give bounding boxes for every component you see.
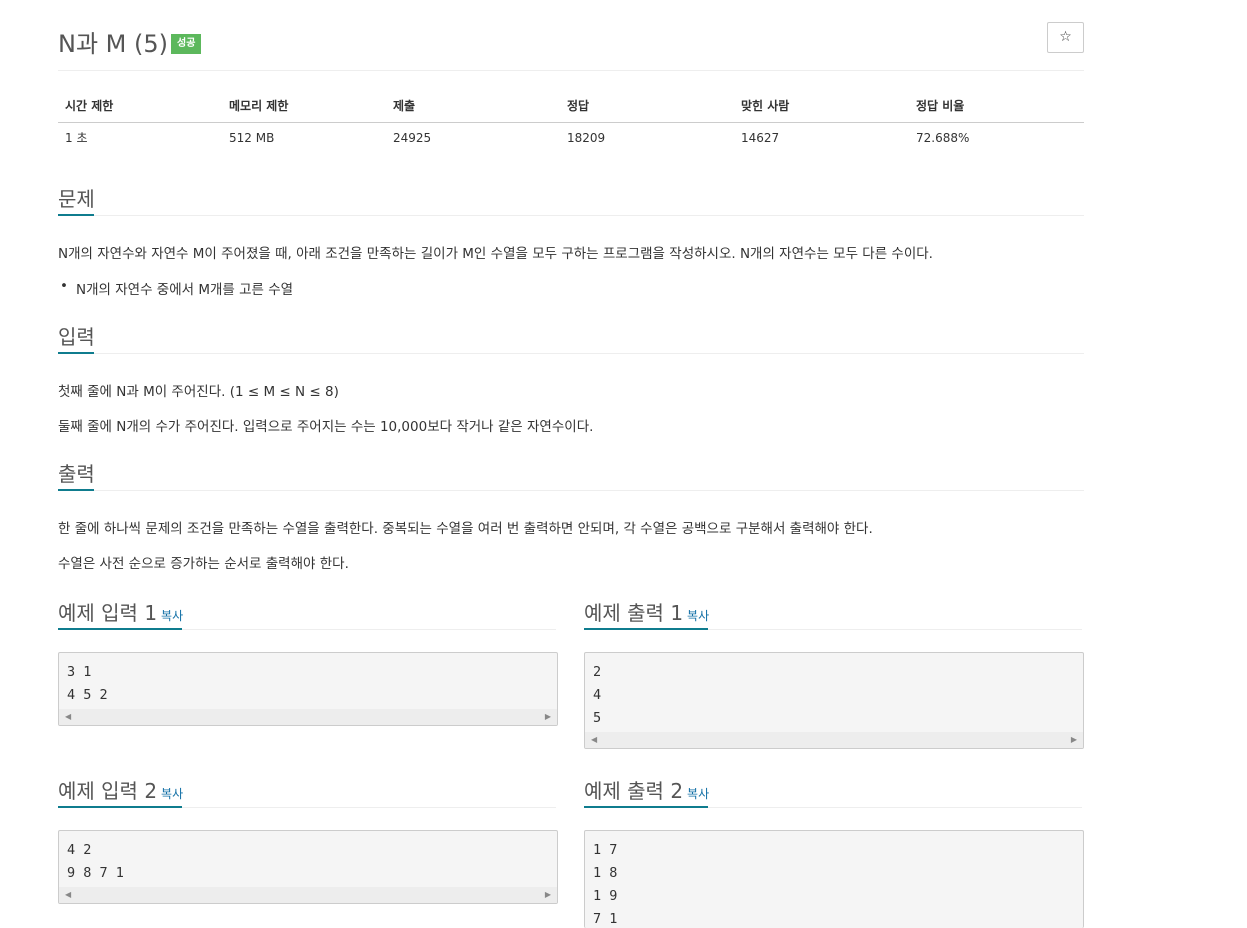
section-title-problem: 문제	[58, 187, 95, 211]
sample-output-1-title: 예제 출력 1	[584, 601, 684, 625]
table-divider	[58, 122, 1084, 123]
sample-output-1: 예제 출력 1 복사	[584, 597, 1082, 635]
value-submissions[interactable]: 24925	[393, 126, 431, 150]
section-title-output: 출력	[58, 462, 95, 486]
sample-output-2-content: 1 7 1 8 1 9 7 1	[593, 842, 618, 927]
section-output: 출력 한 줄에 하나씩 문제의 조건을 만족하는 수열을 출력한다. 중복되는 …	[58, 458, 1084, 572]
sample-output-1-content: 2 4 5	[593, 664, 602, 726]
title-row: N과 M (5) 성공 ☆	[58, 22, 1084, 62]
problem-condition-item: N개의 자연수 중에서 M개를 고른 수열	[60, 278, 293, 298]
sample-output-1-box[interactable]: 2 4 5 ◀ ▶	[584, 652, 1084, 749]
section-underline	[584, 806, 708, 808]
title-divider	[58, 70, 1084, 71]
sample-heading: 예제 출력 1 복사	[584, 597, 1082, 635]
section-underline	[58, 806, 182, 808]
sample-heading: 예제 출력 2 복사	[584, 775, 1082, 813]
sample-heading: 예제 입력 2 복사	[58, 775, 556, 813]
horizontal-scrollbar[interactable]: ◀ ▶	[59, 887, 557, 903]
section-underline	[58, 628, 182, 630]
value-memory-limit: 512 MB	[229, 131, 275, 145]
sample-input-1: 예제 입력 1 복사	[58, 597, 556, 635]
scroll-left-icon[interactable]: ◀	[65, 712, 71, 721]
sample-output-2-box[interactable]: 1 7 1 8 1 9 7 1	[584, 830, 1084, 928]
sample-input-2-content: 4 2 9 8 7 1	[67, 842, 124, 881]
section-problem: 문제 N개의 자연수와 자연수 M이 주어졌을 때, 아래 조건을 만족하는 길…	[58, 183, 1084, 298]
section-rule	[58, 490, 1084, 491]
scroll-left-icon[interactable]: ◀	[591, 735, 597, 744]
problem-title: N과 M (5)	[58, 30, 168, 58]
value-accept-rate: 72.688%	[916, 131, 970, 145]
header-time-limit: 시간 제한	[65, 99, 114, 113]
value-time-limit: 1 초	[65, 131, 88, 145]
star-icon: ☆	[1059, 29, 1072, 45]
sample-heading: 예제 입력 1 복사	[58, 597, 556, 635]
sample-input-2-box[interactable]: 4 2 9 8 7 1 ◀ ▶	[58, 830, 558, 904]
header-memory-limit: 메모리 제한	[229, 99, 289, 113]
section-heading: 출력	[58, 458, 1084, 496]
header-submissions: 제출	[393, 99, 416, 113]
problem-description: N개의 자연수와 자연수 M이 주어졌을 때, 아래 조건을 만족하는 길이가 …	[58, 246, 933, 262]
scroll-right-icon[interactable]: ▶	[545, 890, 551, 899]
copy-button[interactable]: 복사	[687, 787, 709, 801]
section-underline	[58, 489, 94, 491]
scroll-right-icon[interactable]: ▶	[545, 712, 551, 721]
scroll-left-icon[interactable]: ◀	[65, 890, 71, 899]
sample-input-1-box[interactable]: 3 1 4 5 2 ◀ ▶	[58, 652, 558, 726]
header-accepted: 정답	[567, 99, 590, 113]
header-accept-rate: 정답 비율	[916, 99, 965, 113]
copy-button[interactable]: 복사	[161, 787, 183, 801]
sample-input-2: 예제 입력 2 복사	[58, 775, 556, 813]
section-rule	[58, 215, 1084, 216]
copy-button[interactable]: 복사	[687, 609, 709, 623]
section-rule	[58, 353, 1084, 354]
scroll-right-icon[interactable]: ▶	[1071, 735, 1077, 744]
input-line-2: 둘째 줄에 N개의 수가 주어진다. 입력으로 주어지는 수는 10,000보다…	[58, 419, 594, 435]
input-line-1: 첫째 줄에 N과 M이 주어진다. (1 ≤ M ≤ N ≤ 8)	[58, 384, 339, 400]
sample-output-2-title: 예제 출력 2	[584, 779, 684, 803]
status-badge: 성공	[171, 34, 202, 54]
section-heading: 문제	[58, 183, 1084, 221]
star-button[interactable]: ☆	[1047, 22, 1084, 53]
section-heading: 입력	[58, 321, 1084, 359]
copy-button[interactable]: 복사	[161, 609, 183, 623]
value-accepted[interactable]: 18209	[567, 126, 605, 150]
sample-input-1-content: 3 1 4 5 2	[67, 664, 108, 703]
sample-output-2: 예제 출력 2 복사	[584, 775, 1082, 813]
value-solved-users[interactable]: 14627	[741, 126, 779, 150]
horizontal-scrollbar[interactable]: ◀ ▶	[59, 709, 557, 725]
sample-input-1-title: 예제 입력 1	[58, 601, 158, 625]
header-solved-users: 맞힌 사람	[741, 99, 790, 113]
section-underline	[58, 352, 94, 354]
output-line-2: 수열은 사전 순으로 증가하는 순서로 출력해야 한다.	[58, 556, 349, 572]
section-underline	[584, 628, 708, 630]
section-title-input: 입력	[58, 325, 95, 349]
section-input: 입력 첫째 줄에 N과 M이 주어진다. (1 ≤ M ≤ N ≤ 8) 둘째 …	[58, 321, 1084, 435]
sample-input-2-title: 예제 입력 2	[58, 779, 158, 803]
section-underline	[58, 214, 94, 216]
horizontal-scrollbar[interactable]: ◀ ▶	[585, 732, 1083, 748]
output-line-1: 한 줄에 하나씩 문제의 조건을 만족하는 수열을 출력한다. 중복되는 수열을…	[58, 521, 873, 537]
